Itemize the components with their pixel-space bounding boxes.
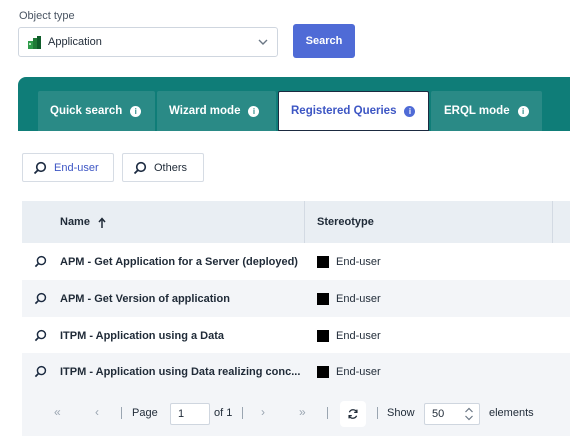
column-header-name[interactable]: Name <box>60 201 107 243</box>
tab-registered-queries[interactable]: Registered Queries i <box>278 91 429 131</box>
tab-wizard-mode[interactable]: Wizard mode i <box>157 91 276 131</box>
tab-quick-search[interactable]: Quick search i <box>38 91 155 131</box>
column-divider[interactable] <box>552 201 553 243</box>
info-icon: i <box>248 105 260 117</box>
info-icon: i <box>130 105 142 117</box>
query-name: APM - Get Application for a Server (depl… <box>60 255 298 268</box>
query-name: ITPM - Application using a Data <box>60 329 224 342</box>
stereotype-swatch <box>317 329 329 342</box>
object-type-value: Application <box>48 36 102 48</box>
object-type-select[interactable]: Application <box>18 27 278 57</box>
filter-others[interactable]: Others <box>122 153 204 182</box>
search-button[interactable]: Search <box>293 24 355 58</box>
stereotype-value: End-user <box>336 365 381 378</box>
last-page-icon[interactable]: » <box>299 405 306 419</box>
refresh-button[interactable] <box>340 401 366 427</box>
filter-label: End-user <box>54 161 99 174</box>
stepper-icon[interactable] <box>464 406 474 422</box>
query-name: ITPM - Application using Data realizing … <box>60 365 301 378</box>
stereotype-value: End-user <box>336 329 381 342</box>
search-icon[interactable] <box>34 255 47 268</box>
first-page-icon[interactable]: « <box>54 405 61 419</box>
tab-label: ERQL mode <box>444 105 510 117</box>
stereotype-value: End-user <box>336 255 381 268</box>
filter-label: Others <box>154 161 188 174</box>
show-label: Show <box>387 407 415 419</box>
object-type-label: Object type <box>19 10 75 22</box>
chevron-down-icon <box>258 39 268 45</box>
tab-label: Registered Queries <box>291 105 397 117</box>
search-icon <box>33 161 47 174</box>
pager-divider <box>327 407 328 419</box>
tab-label: Quick search <box>50 105 123 117</box>
search-mode-tabs: Quick search i Wizard mode i Registered … <box>18 77 570 131</box>
table-row[interactable]: APM - Get Version of application End-use… <box>22 280 570 317</box>
pager-divider <box>121 407 122 419</box>
application-icon <box>28 35 41 49</box>
tab-label: Wizard mode <box>169 105 241 117</box>
info-icon: i <box>404 105 416 117</box>
page-label: Page <box>132 407 158 419</box>
page-size-value: 50 <box>432 408 445 420</box>
search-icon <box>133 161 147 174</box>
info-icon: i <box>517 105 529 117</box>
pager-divider <box>377 407 378 419</box>
query-name: APM - Get Version of application <box>60 292 230 305</box>
table-row[interactable]: ITPM - Application using a Data End-user <box>22 317 570 354</box>
stereotype-value: End-user <box>336 292 381 305</box>
stereotype-swatch <box>317 292 329 305</box>
refresh-icon <box>348 409 358 419</box>
pager-divider <box>242 407 243 419</box>
stereotype-swatch <box>317 365 329 378</box>
table-row[interactable]: ITPM - Application using Data realizing … <box>22 353 570 390</box>
page-number-input[interactable]: 1 <box>170 403 210 425</box>
column-header-stereotype[interactable]: Stereotype <box>317 201 374 243</box>
previous-page-icon[interactable]: ‹ <box>95 405 99 419</box>
search-icon[interactable] <box>34 329 47 342</box>
filter-end-user[interactable]: End-user <box>22 153 114 182</box>
page-size-input[interactable]: 50 <box>424 403 480 425</box>
table-header: Name Stereotype <box>22 201 570 243</box>
tab-erql-mode[interactable]: ERQL mode i <box>431 91 542 131</box>
stereotype-swatch <box>317 255 329 268</box>
table-row[interactable]: APM - Get Application for a Server (depl… <box>22 243 570 280</box>
next-page-icon[interactable]: › <box>261 405 265 419</box>
elements-label: elements <box>489 407 534 419</box>
search-icon[interactable] <box>34 365 47 378</box>
pagination-bar: « ‹ Page 1 of 1 › » Show 50 elements <box>22 390 570 436</box>
arrow-up-icon <box>98 216 106 228</box>
column-divider[interactable] <box>304 201 305 243</box>
search-icon[interactable] <box>34 292 47 305</box>
page-count: of 1 <box>214 407 233 419</box>
